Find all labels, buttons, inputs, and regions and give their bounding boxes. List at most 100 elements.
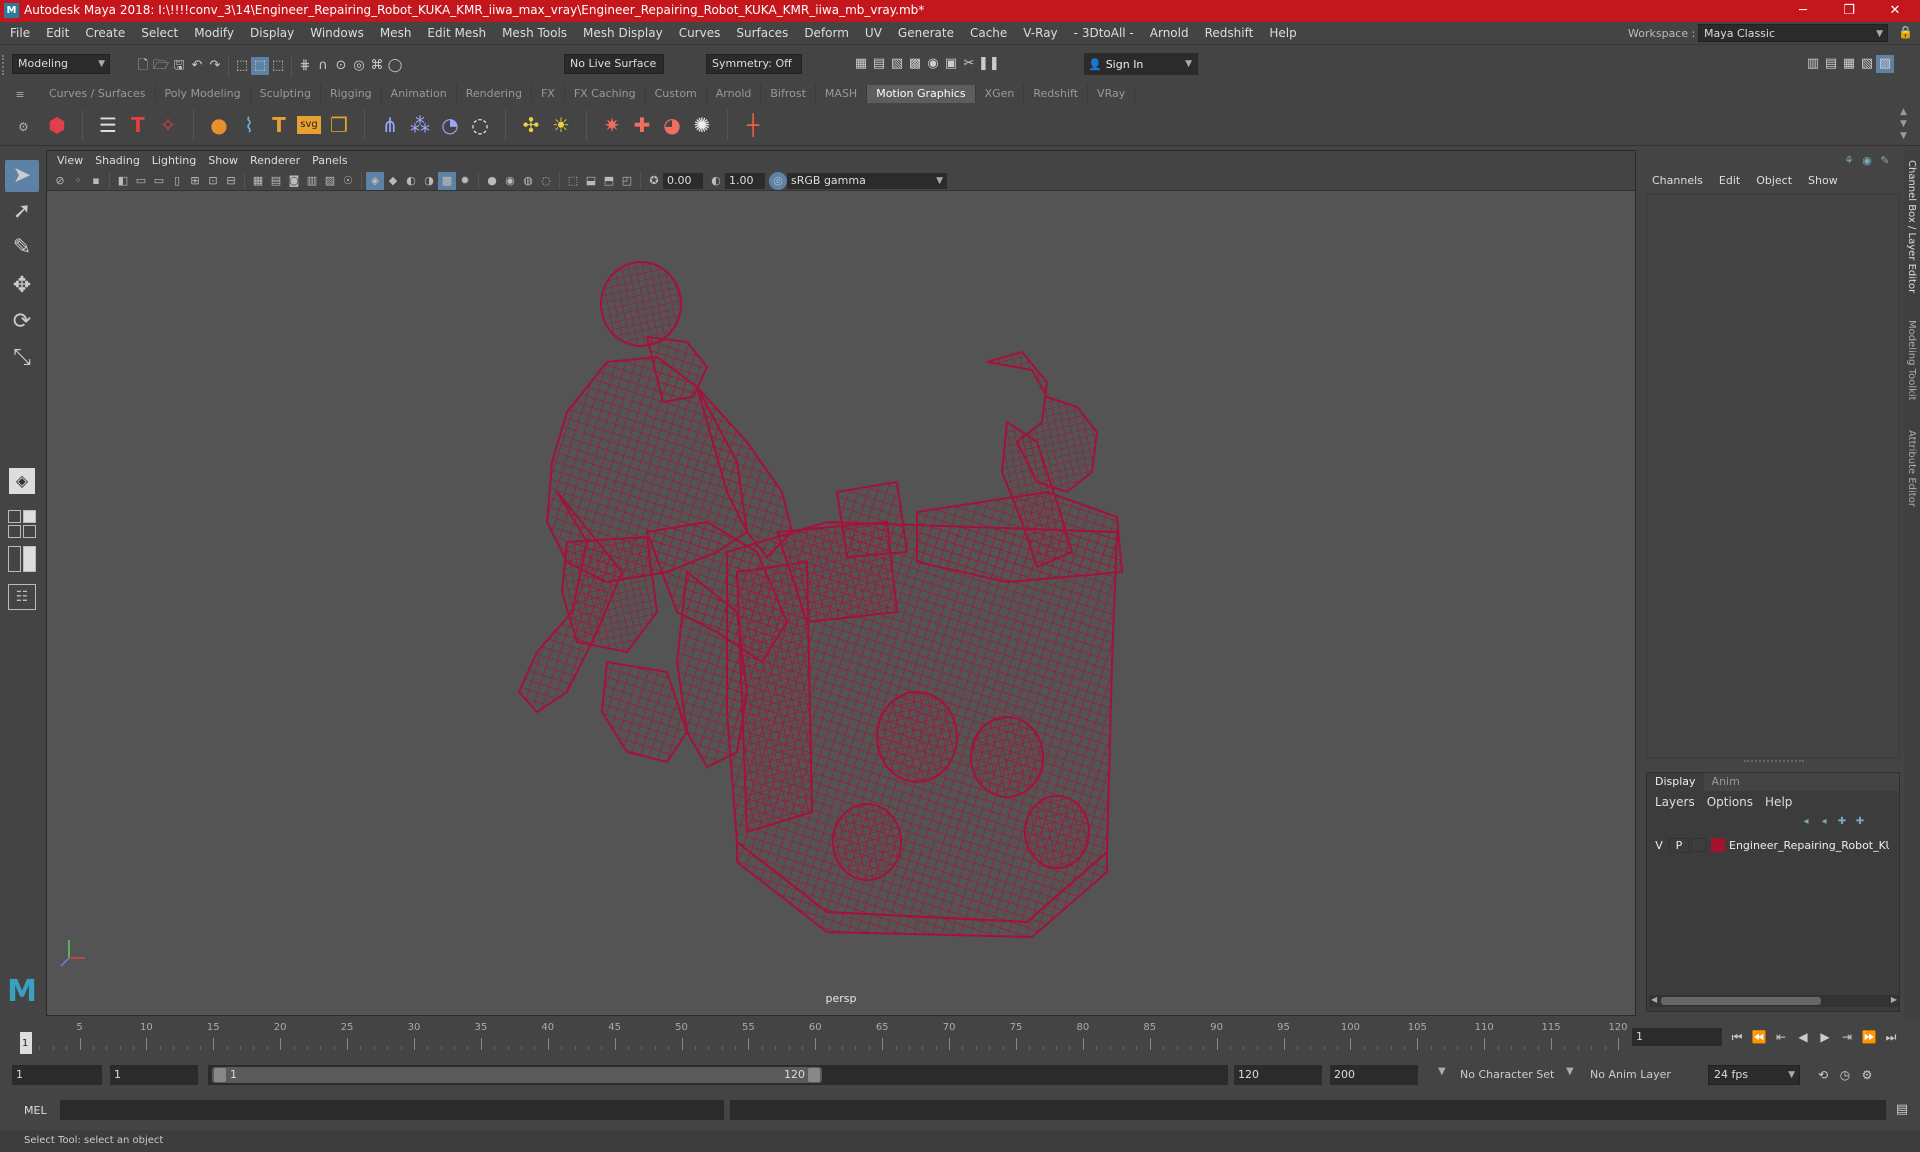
move-layer-up-icon[interactable]: ◂	[1797, 813, 1815, 831]
menu-modify[interactable]: Modify	[186, 22, 242, 44]
layer-tab-anim[interactable]: Anim	[1704, 773, 1748, 791]
shelf-tab-redshift[interactable]: Redshift	[1024, 85, 1089, 103]
range-slider-handle[interactable]	[212, 1067, 822, 1083]
layer-menu-layers[interactable]: Layers	[1649, 793, 1701, 811]
sign-in-button[interactable]: 👤 Sign In ▼	[1084, 53, 1198, 75]
shelf-tab-custom[interactable]: Custom	[646, 85, 707, 103]
3d-viewport[interactable]: persp	[47, 192, 1635, 1015]
select-hierarchy-icon[interactable]: ⬚	[233, 57, 251, 75]
shelf-tab-rigging[interactable]: Rigging	[321, 85, 382, 103]
camera-select-icon[interactable]: ⊘	[51, 172, 69, 190]
drag-handle[interactable]	[2, 55, 8, 75]
layer-editor-icon[interactable]: ▨	[1876, 55, 1894, 73]
anim-layer-label[interactable]: No Anim Layer	[1590, 1068, 1671, 1081]
smooth-shade-icon[interactable]: ◙	[285, 172, 303, 190]
menu-uv[interactable]: UV	[857, 22, 890, 44]
layer-reference-toggle[interactable]	[1691, 838, 1707, 852]
field-chart-icon[interactable]: ⊞	[186, 172, 204, 190]
go-to-start-icon[interactable]: ⏮	[1726, 1026, 1748, 1048]
motion-graphics-cube-icon[interactable]: ⬢	[42, 110, 72, 140]
light-transform-icon[interactable]: ✣	[516, 110, 546, 140]
pivot-icon[interactable]: ┼	[738, 110, 768, 140]
single-perspective-layout-icon[interactable]: ◈	[9, 468, 35, 494]
move-layer-down-icon[interactable]: ◂	[1815, 813, 1833, 831]
animation-start-field[interactable]: 1	[12, 1065, 102, 1085]
command-language-label[interactable]: MEL	[24, 1104, 47, 1117]
emitter-icon[interactable]: ✚	[627, 110, 657, 140]
panel-menu-shading[interactable]: Shading	[89, 151, 146, 171]
menu-windows[interactable]: Windows	[302, 22, 372, 44]
command-input[interactable]	[60, 1100, 724, 1120]
sphere-icon[interactable]: ●	[204, 110, 234, 140]
film-gate-icon[interactable]: ▭	[132, 172, 150, 190]
exposure-field[interactable]: 0.00	[663, 172, 703, 189]
save-scene-icon[interactable]: 🖫	[170, 57, 188, 75]
render-view-icon[interactable]: ▣	[942, 55, 960, 73]
channel-menu-show[interactable]: Show	[1800, 170, 1846, 192]
shelf-tab-bifrost[interactable]: Bifrost	[761, 85, 816, 103]
grid-icon[interactable]: ▦	[249, 172, 267, 190]
layer-visibility-toggle[interactable]: V	[1649, 839, 1669, 852]
snap-surface-icon[interactable]: ⌘	[368, 57, 386, 75]
menu-select[interactable]: Select	[133, 22, 186, 44]
playback-end-field[interactable]: 120	[1234, 1065, 1322, 1085]
wrap-icon[interactable]: ◔	[435, 110, 465, 140]
xray-joints-icon[interactable]: ◐	[402, 172, 420, 190]
menu-deform[interactable]: Deform	[796, 22, 857, 44]
snap-grid-icon[interactable]: ⋕	[296, 57, 314, 75]
select-component-icon[interactable]: ⬚	[269, 57, 287, 75]
menu-3dtoall[interactable]: - 3DtoAll -	[1066, 22, 1142, 44]
channel-box-area[interactable]	[1646, 194, 1900, 758]
twist-icon[interactable]: ◌	[465, 110, 495, 140]
select-tool-icon[interactable]: ➤	[5, 160, 39, 192]
move-tool-icon[interactable]: ✥	[5, 270, 39, 302]
lock-icon[interactable]: 🔒	[1898, 25, 1913, 39]
shelf-tab-arnold[interactable]: Arnold	[707, 85, 762, 103]
snap-point-icon[interactable]: ⊙	[332, 57, 350, 75]
lasso-tool-icon[interactable]: ➚	[5, 196, 39, 228]
shelf-tab-vray[interactable]: VRay	[1088, 85, 1136, 103]
panel-menu-view[interactable]: View	[51, 151, 89, 171]
sun-light-icon[interactable]: ☀	[546, 110, 576, 140]
anti-alias-icon[interactable]: ◍	[519, 172, 537, 190]
shelf-menu-icon[interactable]: ≡	[0, 88, 40, 101]
outliner-layout-icon[interactable]: ☷	[8, 584, 36, 610]
lights-icon[interactable]: ☉	[339, 172, 357, 190]
exposure-icon[interactable]: ✪	[645, 172, 663, 190]
list-icon[interactable]: ☰	[93, 110, 123, 140]
menu-file[interactable]: File	[2, 22, 38, 44]
particle-icon[interactable]: ✷	[597, 110, 627, 140]
attribute-editor-icon[interactable]: ▤	[1822, 55, 1840, 73]
panel-menu-renderer[interactable]: Renderer	[244, 151, 306, 171]
scale-tool-icon[interactable]: ⤡	[5, 342, 39, 374]
layer-color-swatch[interactable]	[1711, 838, 1725, 852]
restore-button[interactable]: ❐	[1826, 0, 1872, 22]
xray-icon[interactable]: ◆	[384, 172, 402, 190]
paint-select-tool-icon[interactable]: ✎	[5, 232, 39, 264]
isolate-view-icon[interactable]: ⬓	[582, 172, 600, 190]
panel-menu-panels[interactable]: Panels	[306, 151, 353, 171]
step-back-frame-icon[interactable]: ⇤	[1770, 1026, 1792, 1048]
snap-view-icon[interactable]: ◎	[350, 57, 368, 75]
type-tool-icon[interactable]: T	[123, 110, 153, 140]
hypershade-icon[interactable]: ◉	[924, 55, 942, 73]
channel-box-icon[interactable]: ▧	[1858, 55, 1876, 73]
menu-mesh-display[interactable]: Mesh Display	[575, 22, 671, 44]
workspace-dropdown[interactable]: Maya Classic ▼	[1698, 24, 1888, 42]
range-slider[interactable]: 1 120	[208, 1065, 1228, 1085]
close-button[interactable]: ✕	[1872, 0, 1918, 22]
svg-tool-icon[interactable]: svg	[297, 116, 321, 134]
chevron-down-icon[interactable]: ▼	[1566, 1066, 1574, 1077]
color-space-dropdown[interactable]: sRGB gamma ▼	[787, 172, 947, 189]
gamma-icon[interactable]: ◐	[707, 172, 725, 190]
layer-tab-display[interactable]: Display	[1647, 773, 1704, 791]
snap-live-icon[interactable]: ◯	[386, 57, 404, 75]
layer-menu-help[interactable]: Help	[1759, 793, 1798, 811]
safe-title-icon[interactable]: ⊟	[222, 172, 240, 190]
shelf-tab-curves-surfaces[interactable]: Curves / Surfaces	[40, 85, 156, 103]
render-frame-icon[interactable]: ▦	[852, 55, 870, 73]
live-surface-field[interactable]: No Live Surface	[564, 54, 664, 74]
field-icon[interactable]: ◕	[657, 110, 687, 140]
render-settings-icon[interactable]: ▩	[906, 55, 924, 73]
camera-attr-icon[interactable]: ◦	[69, 172, 87, 190]
